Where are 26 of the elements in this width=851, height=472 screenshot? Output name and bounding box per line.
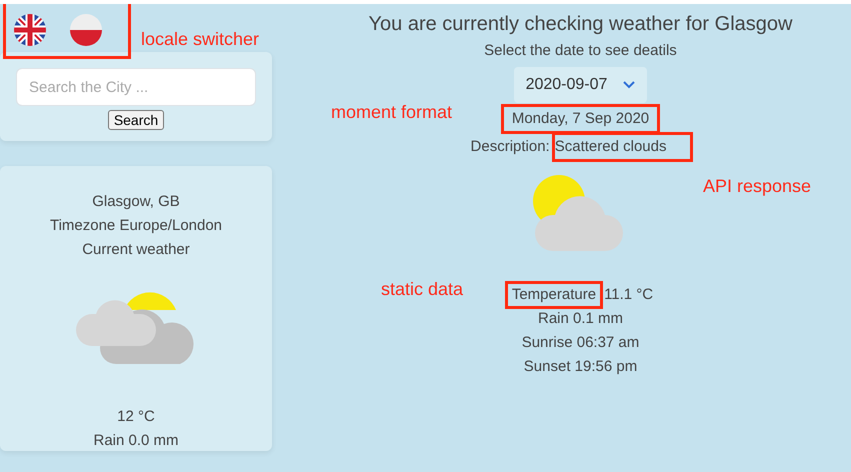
description-label: Description:: [470, 138, 550, 154]
page-title: You are currently checking weather for Glasgow: [368, 12, 794, 36]
timezone-text: Timezone Europe/London: [48, 216, 224, 236]
date-select[interactable]: 2020-09-07: [514, 66, 648, 102]
heading-text: Current weather: [81, 240, 191, 260]
gb-flag-icon[interactable]: [14, 14, 46, 46]
prompt-text: Select the date to see deatils: [483, 41, 678, 61]
annotation-label: locale switcher: [141, 28, 260, 51]
search-field[interactable]: Search the City ...: [16, 68, 256, 106]
annotation-label: static data: [381, 278, 464, 301]
temperature-text: 12 °C: [116, 407, 156, 427]
description-value: Scattered clouds: [554, 134, 690, 158]
chevron-down-icon: [623, 80, 636, 88]
annotation-label: API response: [703, 175, 812, 198]
detail-text: Sunrise 06:37 am: [520, 332, 640, 352]
detail-text: Rain 0.1 mm: [536, 308, 624, 328]
temperature-value: 11.1 °C: [604, 286, 654, 303]
location-text: Glasgow, GB: [91, 192, 181, 212]
weather-icon: [76, 290, 196, 366]
search-button[interactable]: Search: [108, 110, 164, 130]
detail-text: Sunset 19:56 pm: [522, 356, 638, 376]
temperature-label: Temperature: [508, 284, 600, 306]
pl-flag-icon[interactable]: [70, 14, 102, 46]
rain-text: Rain 0.0 mm: [92, 431, 180, 451]
date-text: Monday, 7 Sep 2020: [504, 106, 658, 130]
annotation-label: moment format: [331, 101, 452, 124]
